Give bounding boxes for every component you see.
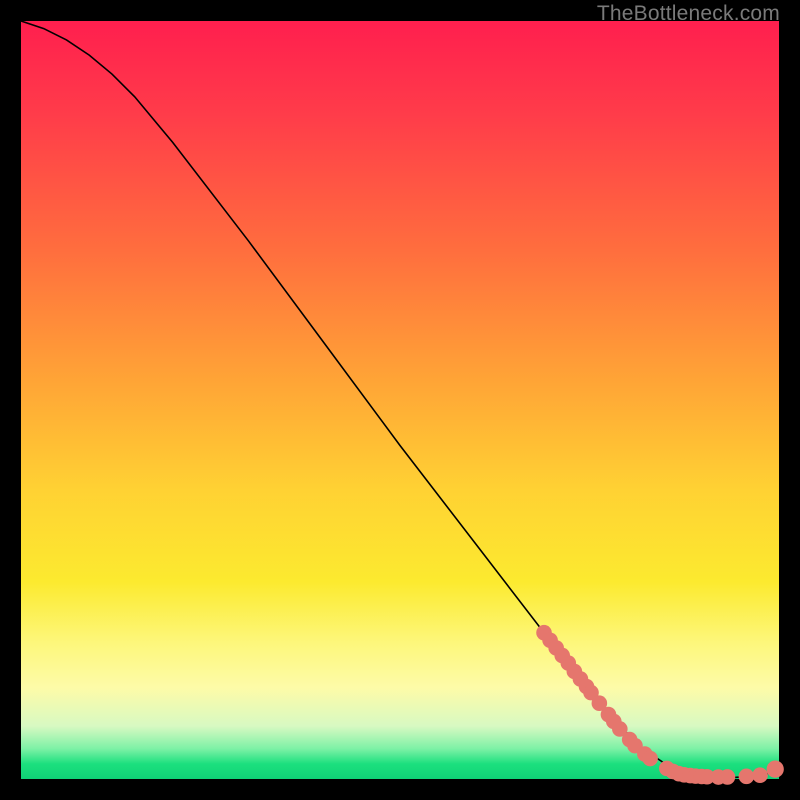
data-point [752, 767, 768, 783]
data-point [767, 761, 784, 778]
data-point [642, 751, 658, 767]
plot-area [21, 21, 779, 779]
bottleneck-curve [21, 21, 779, 777]
chart-frame: TheBottleneck.com [0, 0, 800, 800]
data-point [720, 769, 736, 785]
chart-svg [21, 21, 779, 779]
data-point [739, 769, 755, 785]
